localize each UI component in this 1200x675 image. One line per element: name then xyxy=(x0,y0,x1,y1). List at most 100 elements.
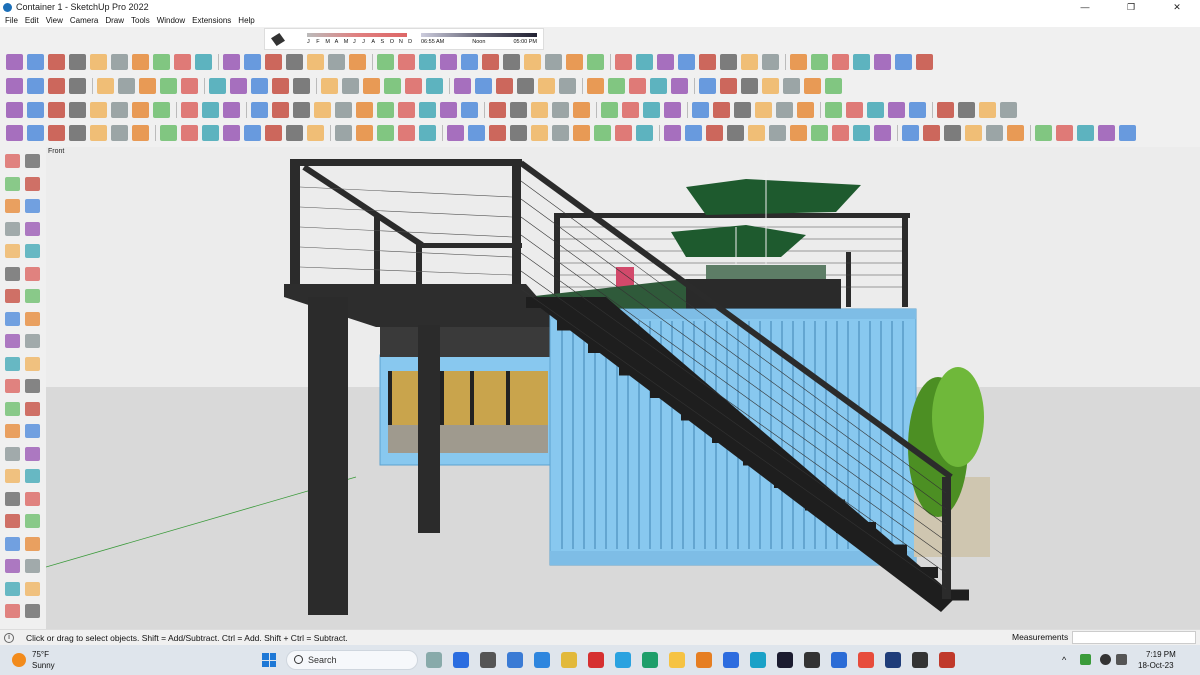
toolbar-tool-icon[interactable] xyxy=(342,78,359,94)
toolbar-tool-icon[interactable] xyxy=(629,78,646,94)
toolbar-tool-icon[interactable] xyxy=(867,102,884,118)
toolbar-tool-icon[interactable] xyxy=(664,102,681,118)
toolbar-tool-icon[interactable] xyxy=(895,54,912,70)
taskbar-app-icon[interactable] xyxy=(750,652,766,668)
left-tool-icon[interactable] xyxy=(25,559,40,573)
toolbar-tool-icon[interactable] xyxy=(524,54,541,70)
toolbar-tool-icon[interactable] xyxy=(573,125,590,141)
toolbar-tool-icon[interactable] xyxy=(461,102,478,118)
toolbar-tool-icon[interactable] xyxy=(90,102,107,118)
toolbar-tool-icon[interactable] xyxy=(69,102,86,118)
toolbar-tool-icon[interactable] xyxy=(643,102,660,118)
toolbar-tool-icon[interactable] xyxy=(538,78,555,94)
toolbar-tool-icon[interactable] xyxy=(811,125,828,141)
toolbar-tool-icon[interactable] xyxy=(356,102,373,118)
toolbar-tool-icon[interactable] xyxy=(356,125,373,141)
toolbar-tool-icon[interactable] xyxy=(202,125,219,141)
toolbar-tool-icon[interactable] xyxy=(132,102,149,118)
taskbar-app-icon[interactable] xyxy=(939,652,955,668)
toolbar-tool-icon[interactable] xyxy=(552,102,569,118)
toolbar-tool-icon[interactable] xyxy=(48,102,65,118)
left-tool-icon[interactable] xyxy=(5,199,20,213)
toolbar-tool-icon[interactable] xyxy=(209,78,226,94)
toolbar-tool-icon[interactable] xyxy=(314,102,331,118)
left-tool-icon[interactable] xyxy=(25,379,40,393)
toolbar-tool-icon[interactable] xyxy=(790,54,807,70)
toolbar-tool-icon[interactable] xyxy=(615,125,632,141)
taskbar-app-icon[interactable] xyxy=(534,652,550,668)
left-tool-icon[interactable] xyxy=(5,379,20,393)
toolbar-tool-icon[interactable] xyxy=(937,102,954,118)
toolbar-tool-icon[interactable] xyxy=(265,125,282,141)
toolbar-tool-icon[interactable] xyxy=(489,125,506,141)
shadows-toggle-icon[interactable] xyxy=(271,33,285,46)
toolbar-tool-icon[interactable] xyxy=(307,125,324,141)
toolbar-tool-icon[interactable] xyxy=(853,125,870,141)
toolbar-tool-icon[interactable] xyxy=(335,102,352,118)
taskbar-app-icon[interactable] xyxy=(912,652,928,668)
toolbar-tool-icon[interactable] xyxy=(202,102,219,118)
toolbar-tool-icon[interactable] xyxy=(531,125,548,141)
toolbar-tool-icon[interactable] xyxy=(874,125,891,141)
toolbar-tool-icon[interactable] xyxy=(769,125,786,141)
toolbar-tool-icon[interactable] xyxy=(321,78,338,94)
left-tool-icon[interactable] xyxy=(25,221,40,236)
toolbar-tool-icon[interactable] xyxy=(48,78,65,94)
toolbar-tool-icon[interactable] xyxy=(195,54,212,70)
toolbar-tool-icon[interactable] xyxy=(699,54,716,70)
toolbar-tool-icon[interactable] xyxy=(657,54,674,70)
toolbar-tool-icon[interactable] xyxy=(6,78,23,94)
toolbar-tool-icon[interactable] xyxy=(181,102,198,118)
left-tool-icon[interactable] xyxy=(25,536,40,551)
toolbar-tool-icon[interactable] xyxy=(489,102,506,118)
toolbar-tool-icon[interactable] xyxy=(664,125,681,141)
toolbar-tool-icon[interactable] xyxy=(223,54,240,70)
left-tool-icon[interactable] xyxy=(5,311,20,326)
taskbar-app-icon[interactable] xyxy=(885,652,901,668)
toolbar-tool-icon[interactable] xyxy=(111,125,128,141)
toolbar-tool-icon[interactable] xyxy=(27,78,44,94)
left-tool-icon[interactable] xyxy=(5,244,20,258)
toolbar-tool-icon[interactable] xyxy=(755,102,772,118)
toolbar-tool-icon[interactable] xyxy=(741,78,758,94)
toolbar-tool-icon[interactable] xyxy=(69,54,86,70)
toolbar-tool-icon[interactable] xyxy=(986,125,1003,141)
date-slider[interactable] xyxy=(307,33,407,37)
toolbar-tool-icon[interactable] xyxy=(27,102,44,118)
toolbar-tool-icon[interactable] xyxy=(685,125,702,141)
toolbar-tool-icon[interactable] xyxy=(244,54,261,70)
left-tool-icon[interactable] xyxy=(25,424,40,438)
left-tool-icon[interactable] xyxy=(5,491,20,506)
menu-tools[interactable]: Tools xyxy=(131,16,150,25)
toolbar-tool-icon[interactable] xyxy=(699,78,716,94)
toolbar-tool-icon[interactable] xyxy=(419,125,436,141)
toolbar-tool-icon[interactable] xyxy=(69,125,86,141)
toolbar-tool-icon[interactable] xyxy=(419,54,436,70)
toolbar-tool-icon[interactable] xyxy=(797,102,814,118)
toolbar-tool-icon[interactable] xyxy=(181,125,198,141)
left-tool-icon[interactable] xyxy=(25,356,40,371)
toolbar-tool-icon[interactable] xyxy=(804,78,821,94)
toolbar-tool-icon[interactable] xyxy=(636,54,653,70)
left-tool-icon[interactable] xyxy=(25,289,40,303)
toolbar-tool-icon[interactable] xyxy=(174,54,191,70)
toolbar-tool-icon[interactable] xyxy=(545,54,562,70)
toolbar-tool-icon[interactable] xyxy=(923,125,940,141)
toolbar-tool-icon[interactable] xyxy=(405,78,422,94)
left-tool-icon[interactable] xyxy=(25,401,40,416)
toolbar-tool-icon[interactable] xyxy=(615,54,632,70)
menu-window[interactable]: Window xyxy=(157,16,185,25)
toolbar-tool-icon[interactable] xyxy=(853,54,870,70)
toolbar-tool-icon[interactable] xyxy=(531,102,548,118)
left-tool-icon[interactable] xyxy=(25,154,40,168)
taskbar-app-icon[interactable] xyxy=(426,652,442,668)
left-tool-icon[interactable] xyxy=(25,604,40,618)
toolbar-tool-icon[interactable] xyxy=(27,54,44,70)
toolbar-tool-icon[interactable] xyxy=(153,54,170,70)
toolbar-tool-icon[interactable] xyxy=(118,78,135,94)
toolbar-tool-icon[interactable] xyxy=(552,125,569,141)
left-tool-icon[interactable] xyxy=(5,266,20,281)
menu-help[interactable]: Help xyxy=(238,16,254,25)
taskbar-app-icon[interactable] xyxy=(480,652,496,668)
toolbar-tool-icon[interactable] xyxy=(377,54,394,70)
